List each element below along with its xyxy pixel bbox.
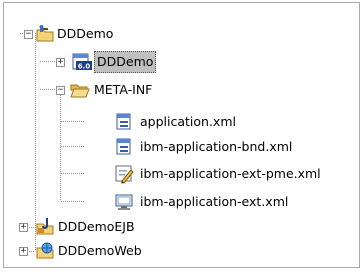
tree-item-application-xml[interactable]: application.xml bbox=[4, 110, 284, 134]
tree-item-ibm-application-bnd-xml[interactable]: ibm-application-bnd.xml bbox=[4, 135, 334, 159]
tree-item-label: ibm-application-ext-pme.xml bbox=[140, 166, 321, 181]
ear-project-icon bbox=[36, 25, 54, 42]
xml-descriptor-icon bbox=[116, 138, 131, 155]
tree-item-label: application.xml bbox=[140, 114, 236, 129]
version-badge: 6.0 bbox=[78, 63, 91, 71]
collapse-toggle[interactable]: − bbox=[24, 30, 33, 39]
tree-item-label: DDDemoEJB bbox=[58, 219, 135, 234]
edit-xml-icon bbox=[115, 165, 134, 184]
ejb-project-icon bbox=[36, 218, 54, 235]
tree-item-label: META-INF bbox=[94, 82, 153, 97]
open-folder-icon bbox=[70, 84, 90, 98]
expand-toggle[interactable]: + bbox=[19, 247, 28, 256]
monitor-xml-icon bbox=[115, 194, 133, 210]
tree-item-ibm-application-ext-xml[interactable]: ibm-application-ext.xml bbox=[4, 190, 334, 214]
tree-item-label: DDDemoWeb bbox=[58, 243, 142, 258]
expand-toggle[interactable]: + bbox=[56, 58, 65, 67]
tree-item-dddemo-ejb[interactable]: + DDDemoEJB bbox=[4, 215, 204, 239]
web-project-icon bbox=[36, 242, 54, 259]
tree-item-deployment-descriptor[interactable]: + 6.0 DDDemo bbox=[4, 50, 204, 74]
tree-item-label: DDDemo bbox=[94, 51, 157, 73]
tree-item-dddemo-ear[interactable]: − DDDemo bbox=[4, 22, 204, 46]
tree-item-label: DDDemo bbox=[57, 26, 114, 41]
tree-item-label: ibm-application-ext.xml bbox=[140, 194, 289, 209]
tree-item-label: ibm-application-bnd.xml bbox=[140, 139, 293, 154]
deployment-descriptor-icon: 6.0 bbox=[72, 53, 92, 71]
xml-descriptor-icon bbox=[116, 113, 131, 130]
collapse-toggle[interactable]: − bbox=[56, 86, 65, 95]
tree-item-ibm-application-ext-pme-xml[interactable]: ibm-application-ext-pme.xml bbox=[4, 162, 359, 186]
tree-item-meta-inf[interactable]: − META-INF bbox=[4, 78, 204, 102]
tree-item-dddemo-web[interactable]: + DDDemoWeb bbox=[4, 239, 204, 263]
expand-toggle[interactable]: + bbox=[19, 223, 28, 232]
project-explorer-tree: − DDDemo + 6.0 DDDemo − META-INF applica… bbox=[3, 2, 360, 268]
